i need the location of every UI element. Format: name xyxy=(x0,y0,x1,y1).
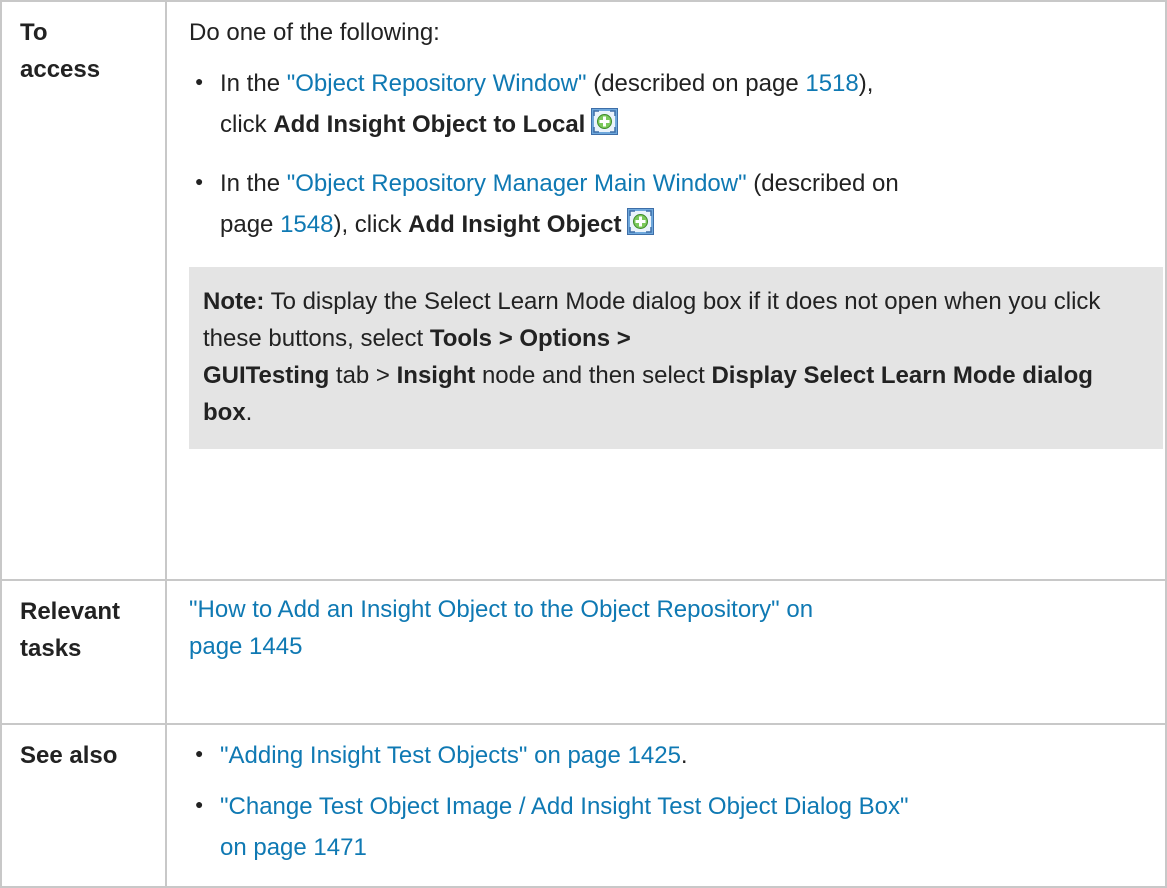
list-item: ● "Adding Insight Test Objects" on page … xyxy=(189,735,1151,776)
text-span: In the xyxy=(220,70,287,97)
object-repository-manager-link[interactable]: "Object Repository Manager Main Window" xyxy=(287,170,747,197)
link-text: on page 1471 xyxy=(220,834,367,861)
bullet-text: "Adding Insight Test Objects" on page 14… xyxy=(220,735,1151,776)
row-content-tasks: "How to Add an Insight Object to the Obj… xyxy=(165,579,1167,725)
how-to-add-insight-object-link[interactable]: "How to Add an Insight Object to the Obj… xyxy=(189,591,1151,665)
label-line: Relevant xyxy=(20,598,121,625)
text-span: (described on page xyxy=(586,70,806,97)
list-item: ● In the "Object Repository Manager Main… xyxy=(189,163,1151,245)
table-row-see-also: See also ● "Adding Insight Test Objects"… xyxy=(0,723,1167,888)
intro-text: Do one of the following: xyxy=(189,19,440,46)
action-name: Add Insight Object xyxy=(408,211,622,238)
label-line: To xyxy=(20,19,48,46)
note-label: Note: xyxy=(203,288,265,315)
page-link[interactable]: 1548 xyxy=(280,211,333,238)
table-row-access: To access Do one of the following: ● In … xyxy=(0,0,1167,581)
label-line: See also xyxy=(20,742,118,769)
add-insight-object-icon xyxy=(591,107,619,135)
info-table: To access Do one of the following: ● In … xyxy=(0,0,1167,888)
text-span: To display the Select Learn Mode dialog … xyxy=(203,288,1101,352)
row-label-see-also: See also xyxy=(0,723,167,888)
link-text: "Change Test Object Image / Add Insight … xyxy=(220,793,909,820)
text-span: page xyxy=(220,211,281,238)
page-link[interactable]: 1518 xyxy=(805,70,858,97)
row-label-tasks: Relevant tasks xyxy=(0,579,167,725)
label-line: access xyxy=(20,56,101,83)
row-content-see-also: ● "Adding Insight Test Objects" on page … xyxy=(165,723,1167,888)
text-span: . xyxy=(245,399,253,426)
bullet-text: In the "Object Repository Window" (descr… xyxy=(220,63,1151,145)
bullet-icon: ● xyxy=(195,73,204,89)
bullet-icon: ● xyxy=(195,796,204,812)
row-content-access: Do one of the following: ● In the "Objec… xyxy=(165,0,1167,581)
text-span: ), click xyxy=(333,211,409,238)
text-span: (described on xyxy=(746,170,899,197)
text-span: ), xyxy=(858,70,874,97)
link-text: "How to Add an Insight Object to the Obj… xyxy=(189,596,814,623)
add-insight-object-icon xyxy=(627,207,655,235)
text-span: click xyxy=(220,111,274,138)
menu-path: Insight xyxy=(396,362,476,389)
action-name: Add Insight Object to Local xyxy=(273,111,586,138)
bullet-icon: ● xyxy=(195,173,204,189)
text-span: . xyxy=(680,742,688,769)
note-box: Note: To display the Select Learn Mode d… xyxy=(189,267,1163,449)
table-row-tasks: Relevant tasks "How to Add an Insight Ob… xyxy=(0,579,1167,725)
menu-path: Tools > Options > xyxy=(429,325,631,352)
menu-path: GUITesting xyxy=(203,362,330,389)
row-label-access: To access xyxy=(0,0,167,581)
change-test-object-image-link[interactable]: "Change Test Object Image / Add Insight … xyxy=(220,786,1151,868)
adding-insight-test-objects-link[interactable]: "Adding Insight Test Objects" on page 14… xyxy=(220,742,681,769)
link-text: page 1445 xyxy=(189,633,303,660)
text-span: node and then select xyxy=(475,362,712,389)
bullet-icon: ● xyxy=(195,745,204,761)
text-span: In the xyxy=(220,170,287,197)
list-item: ● In the "Object Repository Window" (des… xyxy=(189,63,1151,145)
label-line: tasks xyxy=(20,635,82,662)
text-span: tab > xyxy=(329,362,397,389)
bullet-text: In the "Object Repository Manager Main W… xyxy=(220,163,1151,245)
list-item: ● "Change Test Object Image / Add Insigh… xyxy=(189,786,1151,868)
object-repository-window-link[interactable]: "Object Repository Window" xyxy=(287,70,587,97)
